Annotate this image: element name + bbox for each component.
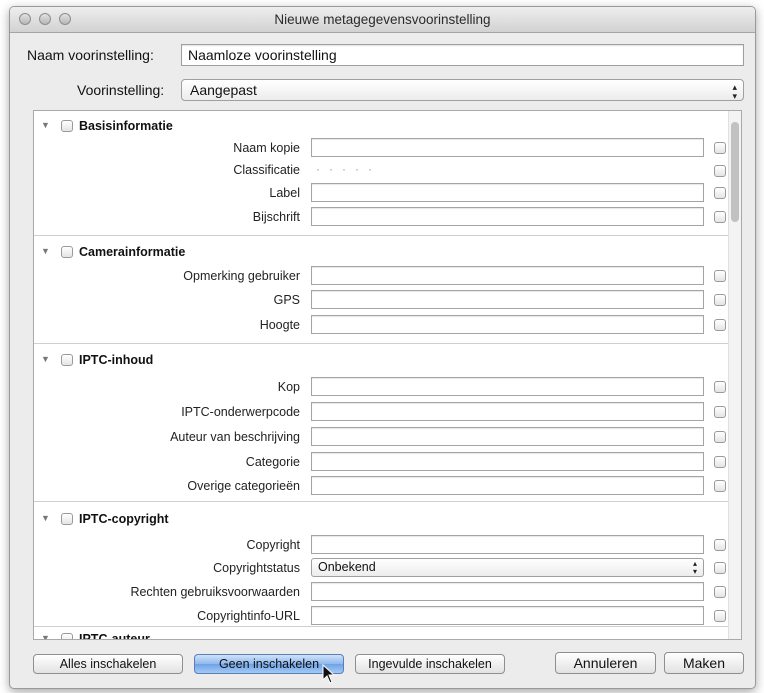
preset-name-label: Naam voorinstelling:	[27, 47, 154, 63]
section-title: IPTC-inhoud	[79, 353, 154, 367]
disclosure-triangle-icon[interactable]: ▼	[41, 246, 50, 256]
field-label: IPTC-onderwerpcode	[181, 405, 300, 419]
enable-filled-button[interactable]: Ingevulde inschakelen	[355, 654, 505, 674]
field-checkbox[interactable]	[714, 539, 726, 551]
section-divider	[34, 626, 728, 627]
field-checkbox[interactable]	[714, 610, 726, 622]
create-button[interactable]: Maken	[664, 652, 744, 674]
field-label: Auteur van beschrijving	[170, 430, 300, 444]
preset-select-value: Aangepast	[190, 82, 257, 98]
section-title: IPTC-copyright	[79, 512, 169, 526]
field-label: Classificatie	[233, 163, 300, 177]
section-iptc-author: ▼ IPTC-auteur	[34, 629, 728, 640]
section-checkbox[interactable]	[61, 120, 73, 132]
field-label: Hoogte	[259, 318, 300, 332]
scrollbar-thumb[interactable]	[731, 122, 739, 222]
title-bar: Nieuwe metagegevensvoorinstelling	[10, 7, 755, 33]
cancel-button[interactable]: Annuleren	[555, 652, 656, 674]
section-basic-info: ▼ Basisinformatie Naam kopie Classificat…	[34, 111, 728, 231]
disclosure-triangle-icon[interactable]: ▼	[41, 120, 50, 130]
disclosure-triangle-icon[interactable]: ▼	[41, 354, 50, 364]
description-writer-input[interactable]	[311, 427, 704, 446]
field-label: GPS	[273, 293, 300, 307]
section-camera-info: ▼ Camerainformatie Opmerking gebruiker G…	[34, 239, 728, 339]
field-label: Naam kopie	[233, 141, 300, 155]
usage-terms-input[interactable]	[311, 582, 704, 601]
field-checkbox[interactable]	[714, 142, 726, 154]
field-checkbox[interactable]	[714, 187, 726, 199]
rating-dots[interactable]: ·····	[316, 162, 381, 176]
copy-name-input[interactable]	[311, 138, 704, 157]
mouse-cursor-icon	[322, 664, 336, 684]
copyright-status-select[interactable]: Onbekend ▴ ▾	[311, 558, 704, 577]
metadata-fields-panel[interactable]: ▼ Basisinformatie Naam kopie Classificat…	[33, 110, 742, 640]
section-iptc-content: ▼ IPTC-inhoud Kop IPTC-onderwerpcode Aut…	[34, 347, 728, 497]
field-label: Copyright	[246, 538, 301, 552]
field-checkbox[interactable]	[714, 381, 726, 393]
field-checkbox[interactable]	[714, 165, 726, 177]
section-checkbox[interactable]	[61, 354, 73, 366]
enable-all-button[interactable]: Alles inschakelen	[33, 654, 183, 674]
copyright-status-value: Onbekend	[318, 560, 376, 574]
field-checkbox[interactable]	[714, 294, 726, 306]
section-divider	[34, 343, 728, 344]
preset-select[interactable]: Aangepast ▴ ▾	[181, 79, 744, 101]
field-label: Categorie	[245, 455, 300, 469]
caption-input[interactable]	[311, 207, 704, 226]
preset-name-input[interactable]: Naamloze voorinstelling	[181, 44, 744, 66]
field-label: Copyrightinfo-URL	[197, 609, 300, 623]
gps-input[interactable]	[311, 290, 704, 309]
category-input[interactable]	[311, 452, 704, 471]
field-checkbox[interactable]	[714, 270, 726, 282]
subject-code-input[interactable]	[311, 402, 704, 421]
field-checkbox[interactable]	[714, 431, 726, 443]
field-label: Label	[269, 186, 300, 200]
updown-arrows-icon: ▴ ▾	[692, 559, 697, 576]
field-checkbox[interactable]	[714, 480, 726, 492]
copyright-input[interactable]	[311, 535, 704, 554]
field-label: Copyrightstatus	[213, 561, 300, 575]
other-categories-input[interactable]	[311, 476, 704, 495]
field-checkbox[interactable]	[714, 456, 726, 468]
section-title: Basisinformatie	[79, 119, 173, 133]
preset-dialog: Nieuwe metagegevensvoorinstelling Naam v…	[9, 6, 756, 689]
window-title: Nieuwe metagegevensvoorinstelling	[274, 12, 491, 27]
field-label: Rechten gebruiksvoorwaarden	[130, 585, 300, 599]
section-checkbox[interactable]	[61, 513, 73, 525]
field-checkbox[interactable]	[714, 406, 726, 418]
field-checkbox[interactable]	[714, 319, 726, 331]
field-checkbox[interactable]	[714, 586, 726, 598]
section-title: IPTC-auteur	[79, 632, 150, 640]
field-label: Overige categorieën	[187, 479, 300, 493]
field-label: Bijschrift	[252, 210, 300, 224]
section-iptc-copyright: ▼ IPTC-copyright Copyright Copyrightstat…	[34, 505, 728, 625]
preset-label: Voorinstelling:	[77, 82, 165, 98]
updown-arrows-icon: ▴ ▾	[732, 82, 737, 101]
altitude-input[interactable]	[311, 315, 704, 334]
disclosure-triangle-icon[interactable]: ▼	[41, 513, 50, 523]
section-divider	[34, 501, 728, 502]
vertical-scrollbar[interactable]	[728, 111, 741, 639]
field-label: Kop	[277, 380, 300, 394]
user-comment-input[interactable]	[311, 266, 704, 285]
copyright-url-input[interactable]	[311, 606, 704, 625]
section-checkbox[interactable]	[61, 633, 73, 639]
section-divider	[34, 235, 728, 236]
label-input[interactable]	[311, 183, 704, 202]
section-title: Camerainformatie	[79, 245, 186, 259]
disclosure-triangle-icon[interactable]: ▼	[41, 633, 50, 639]
field-checkbox[interactable]	[714, 562, 726, 574]
field-checkbox[interactable]	[714, 211, 726, 223]
section-checkbox[interactable]	[61, 246, 73, 258]
field-label: Opmerking gebruiker	[183, 269, 300, 283]
headline-input[interactable]	[311, 377, 704, 396]
